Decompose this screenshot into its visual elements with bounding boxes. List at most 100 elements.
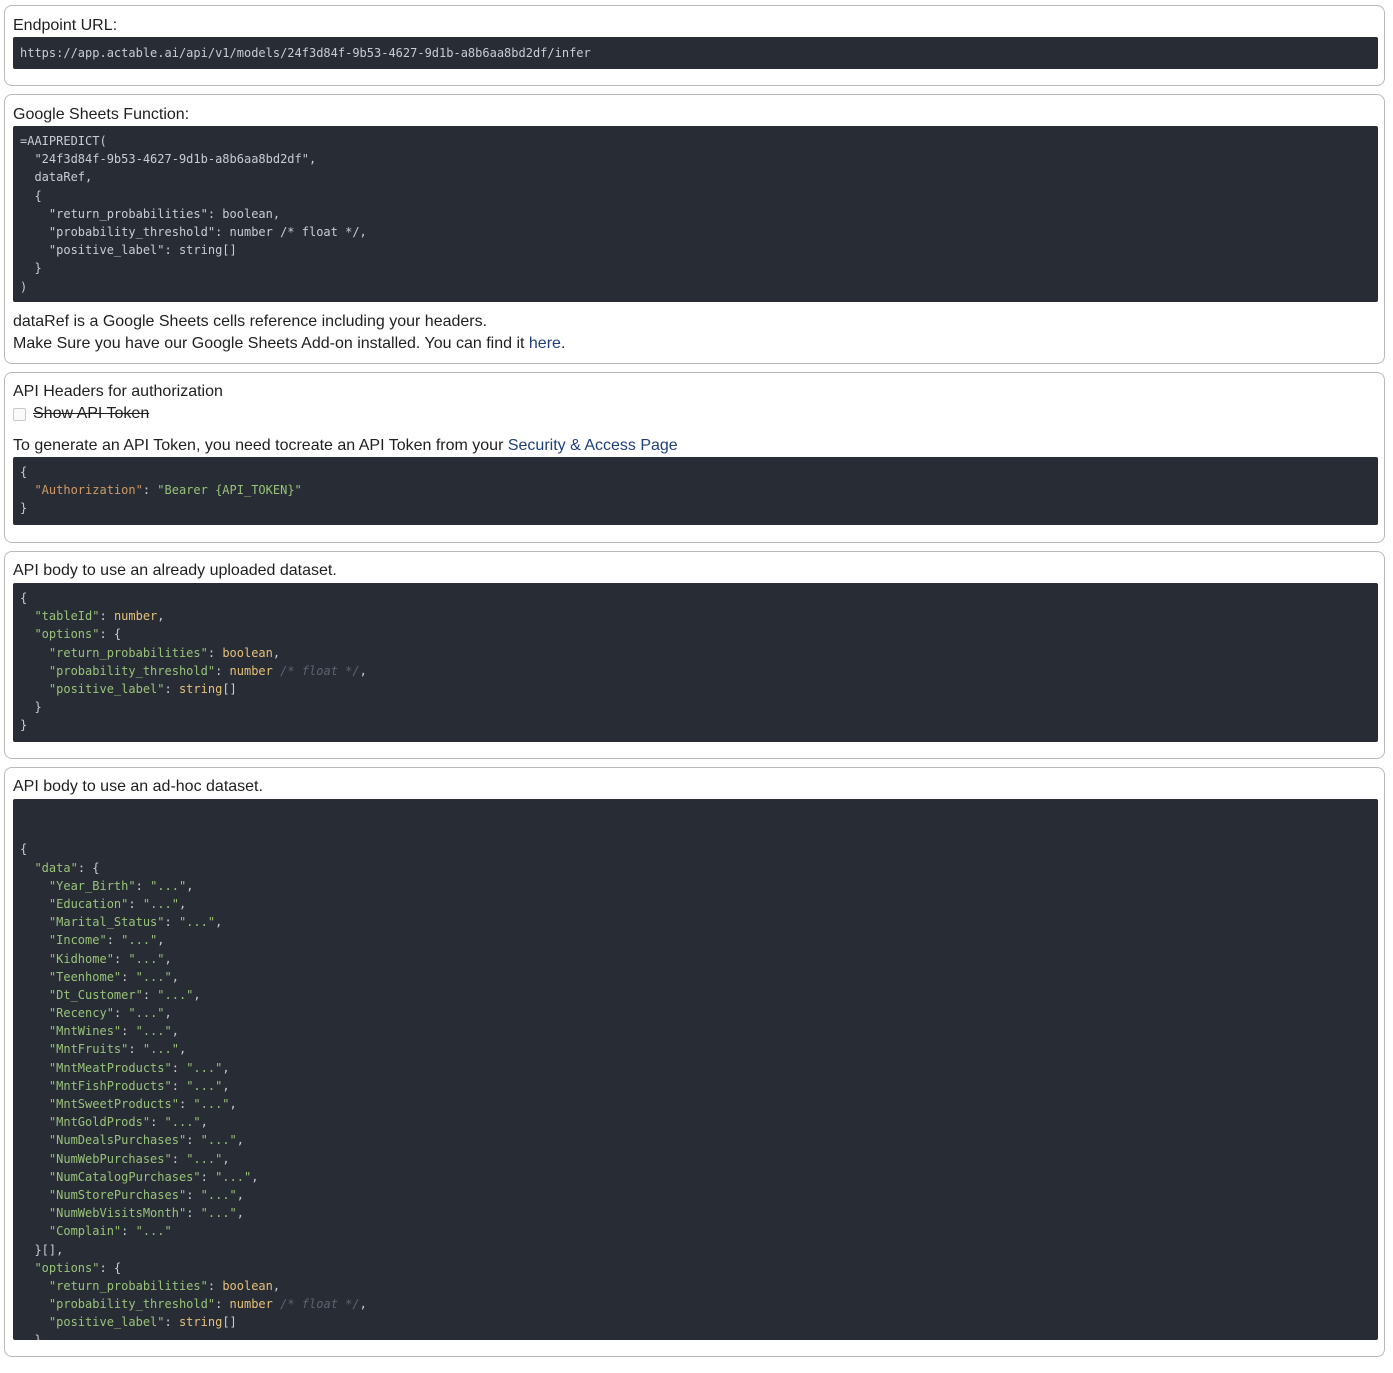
security-access-link[interactable]: Security & Access Page <box>508 437 678 454</box>
adhoc-fields: "Year_Birth": "...", "Education": "...",… <box>20 877 1371 1241</box>
code-line: "tableId": number, <box>34 609 165 624</box>
data-field-key: "Recency" <box>48 1006 114 1021</box>
data-field-value: "..." <box>200 1133 237 1148</box>
tableid-key: "tableId" <box>34 609 100 624</box>
body-adhoc-label: API body to use an ad-hoc dataset. <box>13 778 263 795</box>
number-type: number <box>229 1297 273 1312</box>
sheets-note-addon: Make Sure you have our Google Sheets Add… <box>13 334 565 354</box>
data-field-key: "Education" <box>48 896 129 911</box>
data-field-value: "..." <box>135 1224 172 1239</box>
data-field-line: "NumWebPurchases": "...", <box>48 1151 230 1166</box>
data-field-value: "..." <box>186 1151 223 1166</box>
code-line: { <box>20 465 28 479</box>
data-field-key: "NumWebVisitsMonth" <box>48 1206 187 1221</box>
return-probabilities-key: "return_probabilities" <box>48 1278 208 1293</box>
code-line: "Authorization": "Bearer {API_TOKEN}" <box>20 481 1371 499</box>
headers-card: API Headers for authorization Show API T… <box>4 372 1385 543</box>
sheets-label: Google Sheets Function: <box>13 106 190 123</box>
options-key: "options" <box>34 1260 100 1275</box>
code-line: ) <box>20 279 28 294</box>
code-line: "positive_label": string[] <box>48 681 237 696</box>
data-field-value: "..." <box>121 933 158 948</box>
positive-label-key: "positive_label" <box>48 1315 165 1330</box>
code-line: "probability_threshold": number /* float… <box>48 1297 367 1312</box>
code-line: "return_probabilities": boolean, <box>48 1278 281 1293</box>
show-token-toggle[interactable]: Show API Token <box>13 405 149 423</box>
data-field-line: "NumCatalogPurchases": "...", <box>48 1169 259 1184</box>
data-field-line: "MntFishProducts": "...", <box>48 1078 230 1093</box>
data-field-line: "Marital_Status": "...", <box>48 915 223 930</box>
code-line: { <box>20 842 28 857</box>
array-suffix: [] <box>222 1315 237 1330</box>
tableid-type: number <box>113 609 158 624</box>
data-field-line: "NumWebVisitsMonth": "...", <box>48 1206 244 1221</box>
data-field-key: "NumDealsPurchases" <box>48 1133 187 1148</box>
data-field-value: "..." <box>128 951 165 966</box>
data-field-line: "Income": "...", <box>48 933 165 948</box>
data-field-key: "Kidhome" <box>48 951 114 966</box>
data-field-value: "..." <box>135 1024 172 1039</box>
data-field-value: "..." <box>215 1169 252 1184</box>
data-field-line: "Teenhome": "...", <box>48 969 179 984</box>
sheets-function-code[interactable]: =AAIPREDICT( "24f3d84f-9b53-4627-9d1b-a8… <box>13 126 1378 302</box>
code-line: "data": { <box>34 860 100 875</box>
body-adhoc-code[interactable]: { "data": { "Year_Birth": "...", "Educat… <box>13 799 1378 1340</box>
data-field-value: "..." <box>164 1115 201 1130</box>
data-field-line: "MntSweetProducts": "...", <box>48 1097 237 1112</box>
float-comment: /* float */ <box>280 663 360 678</box>
options-key: "options" <box>34 627 100 642</box>
code-line: "return_probabilities": boolean, <box>48 645 281 660</box>
data-field-line: "Year_Birth": "...", <box>48 878 194 893</box>
data-field-line: "NumStorePurchases": "...", <box>48 1187 244 1202</box>
data-field-key: "Teenhome" <box>48 969 122 984</box>
sheets-card: Google Sheets Function: =AAIPREDICT( "24… <box>4 94 1385 364</box>
array-suffix: [] <box>222 681 237 696</box>
code-line: dataRef, <box>20 170 93 185</box>
addon-here-link[interactable]: here <box>529 335 561 352</box>
body-uploaded-label: API body to use an already uploaded data… <box>13 562 337 579</box>
string-type: string <box>178 1315 223 1330</box>
code-line: "return_probabilities": boolean, <box>20 206 281 221</box>
show-token-checkbox[interactable] <box>13 407 26 421</box>
code-line: "positive_label": string[] <box>48 1315 237 1330</box>
code-line: } <box>20 700 42 715</box>
data-field-value: "..." <box>186 1078 223 1093</box>
data-field-key: "Dt_Customer" <box>48 987 143 1002</box>
data-field-key: "NumStorePurchases" <box>48 1187 187 1202</box>
data-field-value: "..." <box>150 878 187 893</box>
data-field-key: "MntMeatProducts" <box>48 1060 172 1075</box>
float-comment: /* float */ <box>280 1297 360 1312</box>
show-token-label[interactable]: Show API Token <box>33 405 149 423</box>
data-field-line: "Dt_Customer": "...", <box>48 987 201 1002</box>
endpoint-url-code[interactable]: https://app.actable.ai/api/v1/models/24f… <box>13 37 1378 69</box>
data-field-key: "MntGoldProds" <box>48 1115 151 1130</box>
data-field-value: "..." <box>193 1097 230 1112</box>
data-field-value: "..." <box>186 1060 223 1075</box>
data-field-key: "NumCatalogPurchases" <box>48 1169 201 1184</box>
headers-code[interactable]: { "Authorization": "Bearer {API_TOKEN}"} <box>13 457 1378 525</box>
probability-threshold-key: "probability_threshold" <box>48 1297 216 1312</box>
sheets-note-suffix: . <box>560 335 566 352</box>
token-instructions-text: To generate an API Token, you need tocre… <box>13 437 508 454</box>
data-field-line: "MntMeatProducts": "...", <box>48 1060 230 1075</box>
data-field-line: "Kidhome": "...", <box>48 951 172 966</box>
headers-label: API Headers for authorization <box>13 383 223 400</box>
code-line: } <box>20 261 42 276</box>
data-field-value: "..." <box>157 987 194 1002</box>
endpoint-url[interactable]: https://app.actable.ai/api/v1/models/24f… <box>20 46 591 60</box>
code-line: "positive_label": string[] <box>20 243 237 258</box>
body-adhoc-card: API body to use an ad-hoc dataset. { "da… <box>4 767 1385 1357</box>
probability-threshold-key: "probability_threshold" <box>48 663 216 678</box>
body-uploaded-code[interactable]: { "tableId": number, "options": { "retur… <box>13 583 1378 742</box>
number-type: number <box>229 663 273 678</box>
data-field-line: "MntGoldProds": "...", <box>48 1115 208 1130</box>
data-field-value: "..." <box>178 915 216 930</box>
data-field-key: "Marital_Status" <box>48 915 165 930</box>
body-uploaded-card: API body to use an already uploaded data… <box>4 551 1385 759</box>
data-field-key: "Income" <box>48 933 107 948</box>
code-line: =AAIPREDICT( <box>20 134 107 148</box>
data-field-line: "MntFruits": "...", <box>48 1042 187 1057</box>
data-field-key: "MntSweetProducts" <box>48 1097 179 1112</box>
data-field-line: "MntWines": "...", <box>48 1024 179 1039</box>
endpoint-label: Endpoint URL: <box>13 17 118 34</box>
